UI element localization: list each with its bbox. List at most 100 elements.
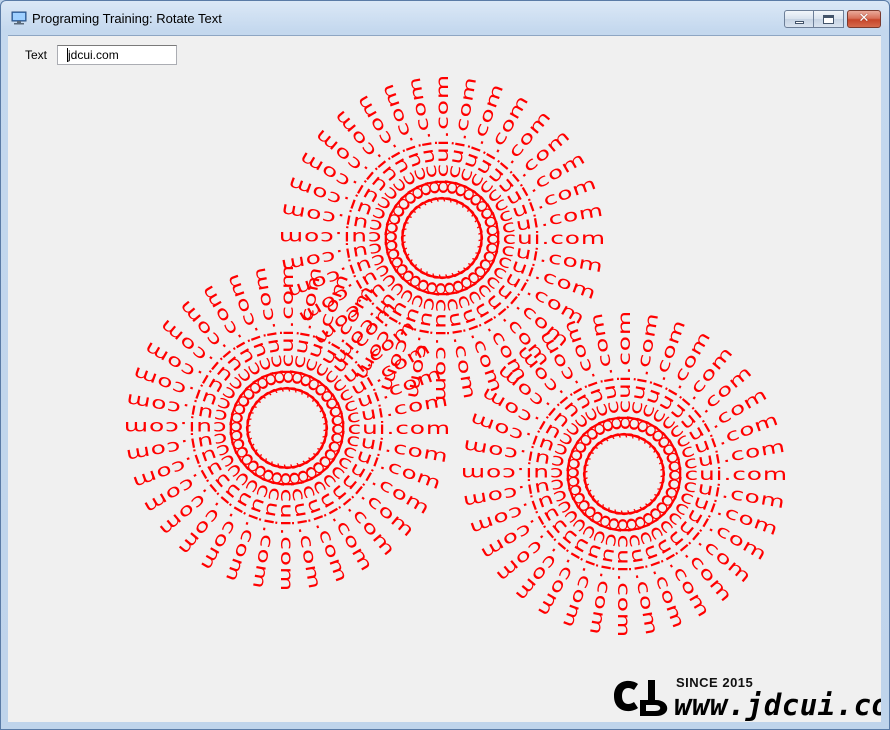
rotated-text-item: jdcui.com	[221, 457, 284, 585]
rotated-text-item: jdcui.com	[295, 453, 377, 575]
rotated-text-item: jdcui.com	[130, 362, 258, 425]
rotated-text-circle: jdcui.comjdcui.comjdcui.comjdcui.comjdcu…	[460, 310, 788, 638]
minimize-icon	[795, 21, 804, 24]
rotated-text-item: jdcui.com	[197, 280, 279, 402]
rotated-text-item: jdcui.com	[463, 126, 575, 225]
close-button[interactable]: ✕	[847, 10, 881, 28]
maximize-icon	[823, 15, 834, 24]
rotated-text-item: jdcui.com	[615, 310, 635, 439]
rotated-text-item: jdcui.com	[439, 75, 481, 206]
rotated-text-item: jdcui.com	[288, 457, 351, 585]
rotated-text-item: jdcui.com	[656, 471, 787, 513]
rotated-text-item: jdcui.com	[276, 463, 296, 592]
rotated-text-item: jdcui.com	[466, 475, 594, 538]
rotated-text-item: jdcui.com	[613, 509, 633, 638]
rotated-text-canvas: jdcui.comjdcui.comjdcui.comjdcui.comjdcu…	[123, 74, 788, 638]
rotated-text-item: jdcui.com	[140, 336, 262, 418]
rotated-text-item: jdcui.com	[460, 463, 589, 483]
rotated-text-item: jdcui.com	[173, 447, 272, 559]
rotated-text-item: jdcui.com	[129, 429, 257, 492]
rotated-text-item: jdcui.com	[350, 262, 432, 384]
rotated-text-item: jdcui.com	[154, 442, 266, 541]
rotated-text-item: jdcui.com	[290, 271, 353, 399]
rotated-text-item: jdcui.com	[653, 477, 781, 540]
rotated-text-item: jdcui.com	[621, 311, 663, 442]
rotated-text-item: jdcui.com	[534, 326, 616, 448]
close-icon: ✕	[858, 11, 870, 26]
rotated-text-item: jdcui.com	[619, 506, 661, 637]
rotated-text-item: jdcui.com	[301, 449, 400, 561]
rotated-text-item: jdcui.com	[445, 81, 508, 209]
app-window: Programing Training: Rotate Text ✕ Text …	[0, 0, 890, 730]
minimize-button[interactable]	[784, 10, 814, 28]
rotated-text-item: jdcui.com	[279, 199, 410, 241]
rotated-text-item: jdcui.com	[648, 483, 770, 565]
rotated-text-item: jdcui.com	[330, 105, 429, 217]
text-label: Text	[25, 48, 48, 62]
watermark-url: www.jdcui.com	[674, 688, 881, 722]
rotated-text-item: jdcui.com	[512, 341, 611, 453]
rotated-text-item: jdcui.com	[278, 264, 298, 393]
rotated-text-item: jdcui.com	[476, 482, 598, 564]
rotated-text-item: jdcui.com	[457, 107, 556, 219]
rotated-text-item: jdcui.com	[123, 417, 252, 437]
rotated-text-item: jdcui.com	[296, 281, 378, 403]
rotated-text-item: jdcui.com	[659, 465, 788, 485]
text-input[interactable]	[57, 45, 177, 65]
rotated-text-item: jdcui.com	[124, 423, 255, 465]
rotated-text-item: jdcui.com	[639, 343, 738, 455]
rotated-text-item: jdcui.com	[311, 437, 433, 519]
client-area: Text jdcui.com jdcui.com jdcui.com jdcui.co…	[8, 35, 881, 722]
rotated-text-item: jdcui.com	[279, 233, 410, 275]
rotated-text-item: jdcui.com	[656, 437, 787, 479]
rotated-text-item: jdcui.com	[632, 499, 714, 621]
rotated-text-item: jdcui.com	[627, 317, 690, 445]
rotated-text-item: jdcui.com	[195, 452, 277, 574]
rotated-text-item: jdcui.com	[352, 90, 434, 212]
rotated-text-item: jdcui.com	[474, 201, 605, 243]
rotated-text-item: jdcui.com	[405, 75, 447, 206]
brand-logo	[614, 680, 668, 716]
rotated-text-item: jdcui.com	[585, 506, 627, 637]
rotated-text-item: jdcui.com	[175, 295, 274, 407]
rotated-text-item: jdcui.com	[456, 259, 555, 371]
rotated-text-item: jdcui.com	[437, 270, 479, 401]
window-title: Programing Training: Rotate Text	[32, 11, 222, 26]
rotated-text-item: jdcui.com	[316, 431, 444, 494]
rotated-text-item: jdcui.com	[302, 297, 401, 409]
rotated-text-item: jdcui.com	[645, 362, 757, 461]
rotated-text-item: jdcui.com	[156, 314, 268, 413]
rotated-text-item: jdcui.com	[653, 409, 781, 472]
rotated-text-item: jdcui.com	[284, 265, 326, 396]
rotated-text-item: jdcui.com	[278, 227, 407, 247]
rotated-text-circle: jdcui.comjdcui.comjdcui.comjdcui.comjdcu…	[123, 264, 450, 592]
rotated-text-item: jdcui.com	[250, 265, 292, 396]
rotated-text-item: jdcui.com	[319, 391, 450, 433]
rotated-text-item: jdcui.com	[461, 253, 573, 352]
rotated-text-item: jdcui.com	[124, 389, 255, 431]
rotated-text-item: jdcui.com	[282, 460, 324, 591]
rotated-text-item: jdcui.com	[431, 273, 451, 402]
rotated-text-item: jdcui.com	[295, 146, 417, 228]
rotated-text-item: jdcui.com	[559, 316, 622, 444]
rotated-text-item: jdcui.com	[376, 267, 439, 395]
rotated-text-item: jdcui.com	[139, 436, 261, 518]
rotated-text-item: jdcui.com	[316, 363, 444, 426]
rotated-text-item: jdcui.com	[308, 316, 420, 415]
rotated-text-item: jdcui.com	[466, 247, 588, 329]
watermark: SINCE 2015 www.jdcui.com	[604, 670, 881, 722]
rotated-text-item: jdcui.com	[510, 493, 609, 605]
title-bar[interactable]: Programing Training: Rotate Text ✕	[1, 1, 889, 35]
rotated-text-item: jdcui.com	[377, 80, 440, 208]
rotated-text-item: jdcui.com	[306, 443, 418, 542]
rotated-text-item: jdcui.com	[285, 172, 413, 235]
rotated-text-item: jdcui.com	[625, 503, 688, 631]
maximize-button[interactable]	[814, 10, 844, 28]
rotated-text-item: jdcui.com	[461, 435, 592, 477]
rotated-text-item: jdcui.com	[222, 270, 285, 398]
rotated-text-item: jdcui.com	[587, 311, 629, 442]
text-caret	[67, 48, 68, 62]
rotated-text-item: jdcui.com	[633, 327, 715, 449]
rotated-text-item: jdcui.com	[649, 384, 771, 466]
rotated-text-item: jdcui.com	[309, 252, 421, 351]
